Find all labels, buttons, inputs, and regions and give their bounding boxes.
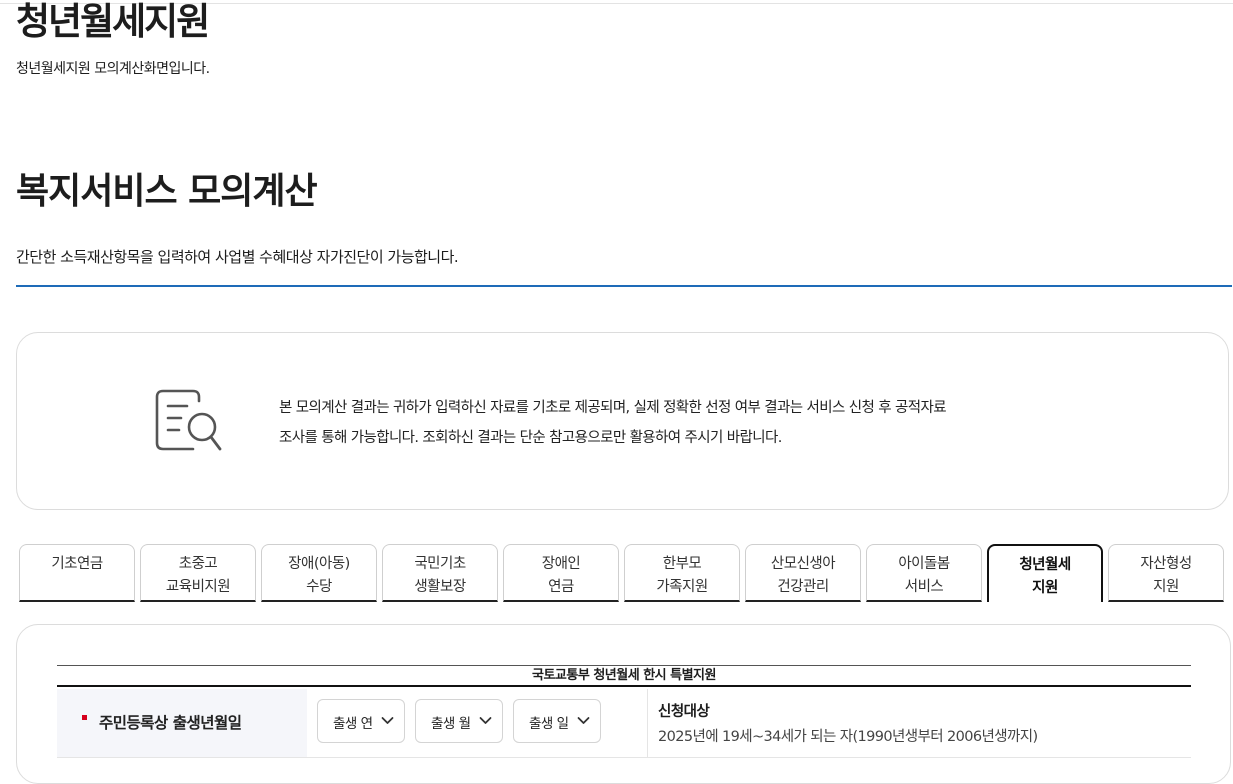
- chevron-down-icon: [381, 717, 394, 724]
- required-mark: [82, 715, 87, 720]
- birth-month-select[interactable]: 출생 월: [415, 699, 503, 743]
- tab-disability-pension[interactable]: 장애인 연금: [503, 544, 619, 602]
- table-row: 주민등록상 출생년월일 출생 연 출생 월 출생 일 신청대상 2025년에 1…: [57, 689, 1191, 758]
- section-divider: [16, 285, 1232, 287]
- birth-year-select[interactable]: 출생 연: [317, 699, 405, 743]
- tab-youth-rent-support[interactable]: 청년월세 지원: [987, 544, 1103, 602]
- notice-box: 본 모의계산 결과는 귀하가 입력하신 자료를 기초로 제공되며, 실제 정확한…: [16, 332, 1229, 510]
- table-caption: 국토교통부 청년월세 한시 특별지원: [57, 665, 1191, 687]
- page-subtitle: 청년월세지원 모의계산화면입니다.: [16, 61, 210, 77]
- tab-disability-child-allowance[interactable]: 장애(아동) 수당: [261, 544, 377, 602]
- tab-education-support[interactable]: 초중고 교육비지원: [140, 544, 256, 602]
- eligibility-description: 2025년에 19세~34세가 되는 자(1990년생부터 2006년생까지): [658, 729, 1038, 745]
- tab-childcare-service[interactable]: 아이돌봄 서비스: [866, 544, 982, 602]
- birthdate-label: 주민등록상 출생년월일: [99, 714, 242, 732]
- birth-day-select[interactable]: 출생 일: [513, 699, 601, 743]
- eligibility-title: 신청대상: [658, 704, 710, 720]
- tab-basic-pension[interactable]: 기초연금: [19, 544, 135, 602]
- chevron-down-icon: [577, 717, 590, 724]
- chevron-down-icon: [479, 717, 492, 724]
- notice-line-2: 조사를 통해 가능합니다. 조회하신 결과는 단순 참고용으로만 활용하여 주시…: [279, 430, 782, 446]
- tab-single-parent[interactable]: 한부모 가족지원: [624, 544, 740, 602]
- row-label-cell: 주민등록상 출생년월일: [57, 689, 307, 757]
- service-tabs: 기초연금 초중고 교육비지원 장애(아동) 수당 국민기초 생활보장 장애인 연금 한부…: [19, 544, 1229, 602]
- tab-maternal-newborn[interactable]: 산모신생아 건강관리: [745, 544, 861, 602]
- tab-asset-formation[interactable]: 자산형성 지원: [1108, 544, 1224, 602]
- cell-divider: [647, 689, 648, 757]
- document-search-icon: [155, 389, 222, 451]
- tab-basic-livelihood[interactable]: 국민기초 생활보장: [382, 544, 498, 602]
- notice-line-1: 본 모의계산 결과는 귀하가 입력하신 자료를 기초로 제공되며, 실제 정확한…: [279, 400, 947, 416]
- section-description: 간단한 소득재산항목을 입력하여 사업별 수혜대상 자가진단이 가능합니다.: [16, 248, 459, 266]
- page-title: 청년월세지원: [16, 0, 210, 43]
- section-title: 복지서비스 모의계산: [16, 171, 318, 212]
